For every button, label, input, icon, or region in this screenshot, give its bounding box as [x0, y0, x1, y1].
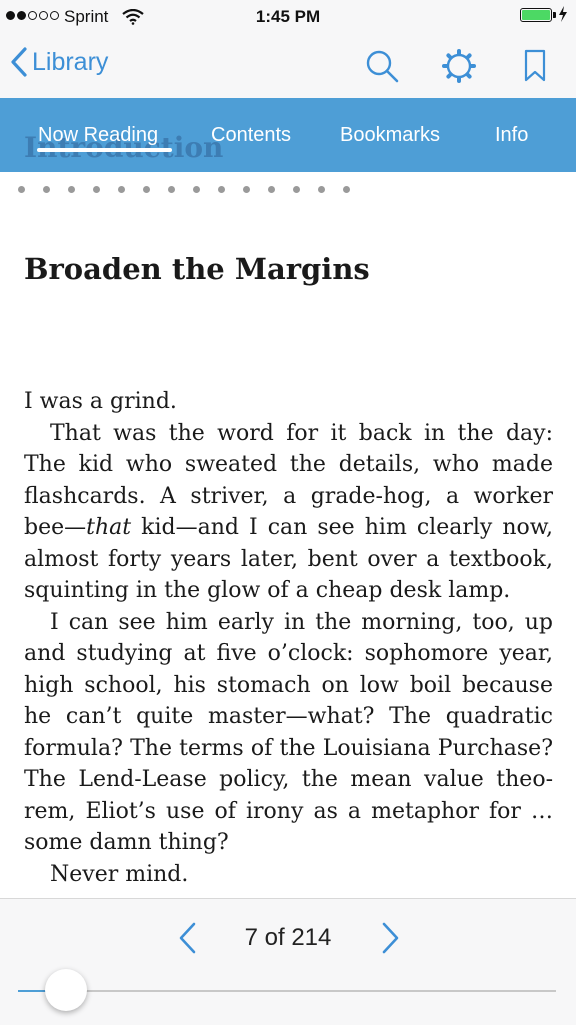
- back-button-label: Library: [32, 47, 109, 76]
- paragraph: Never mind.: [50, 861, 189, 887]
- chapter-title: Broaden the Margins: [24, 252, 370, 286]
- page-slider-track[interactable]: [18, 990, 556, 992]
- emphasis-text: that: [86, 515, 132, 540]
- paragraph: That was the word for it back in the day…: [24, 418, 553, 607]
- tab-contents[interactable]: Contents: [211, 124, 291, 147]
- settings-icon[interactable]: [441, 48, 477, 84]
- tab-bookmarks[interactable]: Bookmarks: [340, 124, 440, 147]
- search-icon[interactable]: [364, 48, 400, 84]
- tab-info[interactable]: Info: [495, 124, 528, 147]
- paragraph: I can see him early in the morning, too,…: [24, 609, 553, 856]
- tab-now-reading[interactable]: Now Reading: [38, 124, 158, 147]
- reading-pane: Broaden the Margins I was a grind. That …: [24, 220, 553, 890]
- navigation-bar: Library: [0, 34, 576, 98]
- back-button-library[interactable]: Library: [10, 47, 108, 77]
- bookmark-icon[interactable]: [522, 48, 548, 84]
- ornamental-dots: [18, 186, 350, 193]
- page-navigation-bar: 7 of 214: [0, 898, 576, 1025]
- active-tab-indicator: [37, 148, 172, 152]
- battery-icon: [520, 8, 556, 22]
- page-counter: 7 of 214: [244, 924, 332, 951]
- page-slider-thumb[interactable]: [45, 969, 88, 1011]
- chevron-left-icon: [11, 47, 27, 77]
- paragraph: I was a grind.: [24, 389, 177, 414]
- next-page-button[interactable]: [380, 921, 402, 955]
- status-bar: Sprint 1:45 PM: [0, 0, 576, 34]
- status-time: 1:45 PM: [255, 7, 321, 26]
- charging-bolt-icon: [559, 6, 567, 22]
- reader-tab-bar: Introduction Now Reading Contents Bookma…: [0, 98, 576, 172]
